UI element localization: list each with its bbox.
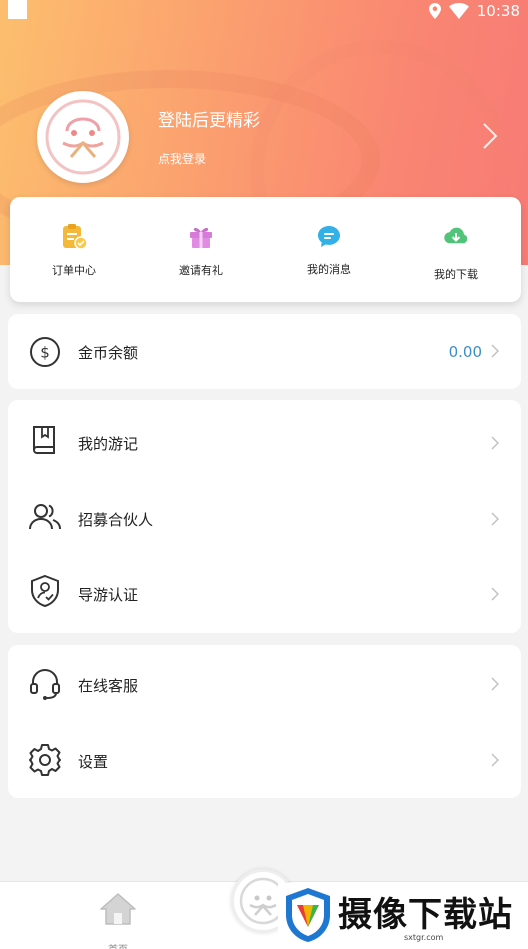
cloud-download-icon [444, 227, 468, 244]
shield-user-icon [31, 574, 59, 608]
balance-value: 0.00 [448, 343, 482, 361]
chevron-right-icon [491, 753, 499, 767]
mascot-logo-icon [45, 99, 121, 175]
watermark-text: 摄像下载站 [338, 895, 513, 935]
book-icon [33, 426, 55, 454]
chevron-right-icon [491, 512, 499, 526]
menu-item-guide-certification[interactable]: 导游认证 [8, 555, 521, 631]
avatar[interactable] [37, 91, 129, 183]
menu-item-online-support[interactable]: 在线客服 [8, 645, 521, 721]
quick-action-order-center[interactable]: 订单中心 [10, 197, 138, 302]
balance-row[interactable]: $ 金币余额 0.00 [8, 314, 521, 389]
menu-item-label: 设置 [78, 753, 109, 771]
status-right: 10:38 [428, 0, 520, 22]
balance-label: 金币余额 [78, 344, 139, 362]
quick-actions-card: 订单中心 邀请有礼 我的消息 我的下载 [10, 197, 521, 302]
quick-action-messages[interactable]: 我的消息 [265, 197, 393, 302]
dollar-coin-icon: $ [30, 337, 60, 367]
chevron-right-icon [491, 344, 499, 358]
wifi-icon [448, 3, 469, 19]
notification-icon [8, 0, 27, 19]
menu-item-settings[interactable]: 设置 [8, 721, 521, 797]
home-icon [100, 893, 136, 925]
location-icon [428, 3, 441, 19]
menu-item-travel-notes[interactable]: 我的游记 [8, 403, 521, 479]
chevron-right-icon[interactable] [480, 122, 500, 150]
gift-icon [190, 227, 212, 248]
menu-group-secondary: 在线客服 设置 [8, 645, 521, 798]
menu-item-label: 在线客服 [78, 677, 139, 695]
quick-action-label: 订单中心 [52, 264, 96, 277]
tab-home-label: 首页 [92, 941, 144, 949]
watermark-url: sxtgr.com [404, 933, 444, 942]
quick-action-downloads[interactable]: 我的下载 [392, 197, 520, 302]
chevron-right-icon [491, 677, 499, 691]
menu-item-label: 导游认证 [78, 586, 139, 604]
quick-action-label: 邀请有礼 [179, 264, 223, 277]
tab-home[interactable]: 首页 [92, 892, 144, 949]
clipboard-check-icon [63, 224, 88, 250]
login-title[interactable]: 登陆后更精彩 [158, 106, 260, 131]
message-bubble-icon [318, 226, 340, 247]
quick-action-label: 我的下载 [434, 268, 478, 281]
balance-card: $ 金币余额 0.00 [8, 314, 521, 389]
menu-item-label: 我的游记 [78, 435, 139, 453]
watermark: 摄像下载站 sxtgr.com [278, 883, 528, 949]
quick-action-invite[interactable]: 邀请有礼 [137, 197, 265, 302]
chevron-right-icon [491, 587, 499, 601]
users-icon [29, 504, 61, 530]
gear-icon [29, 744, 61, 776]
menu-item-label: 招募合伙人 [78, 511, 154, 529]
chevron-right-icon [491, 436, 499, 450]
quick-action-label: 我的消息 [307, 263, 351, 276]
menu-group-primary: 我的游记 招募合伙人 导游认证 [8, 400, 521, 633]
menu-item-recruit-partners[interactable]: 招募合伙人 [8, 479, 521, 555]
status-time: 10:38 [476, 2, 520, 20]
watermark-logo-icon [286, 888, 330, 942]
svg-text:$: $ [40, 344, 50, 362]
headset-icon [30, 669, 60, 700]
login-link[interactable]: 点我登录 [158, 150, 206, 167]
status-bar: 10:38 [0, 0, 528, 22]
